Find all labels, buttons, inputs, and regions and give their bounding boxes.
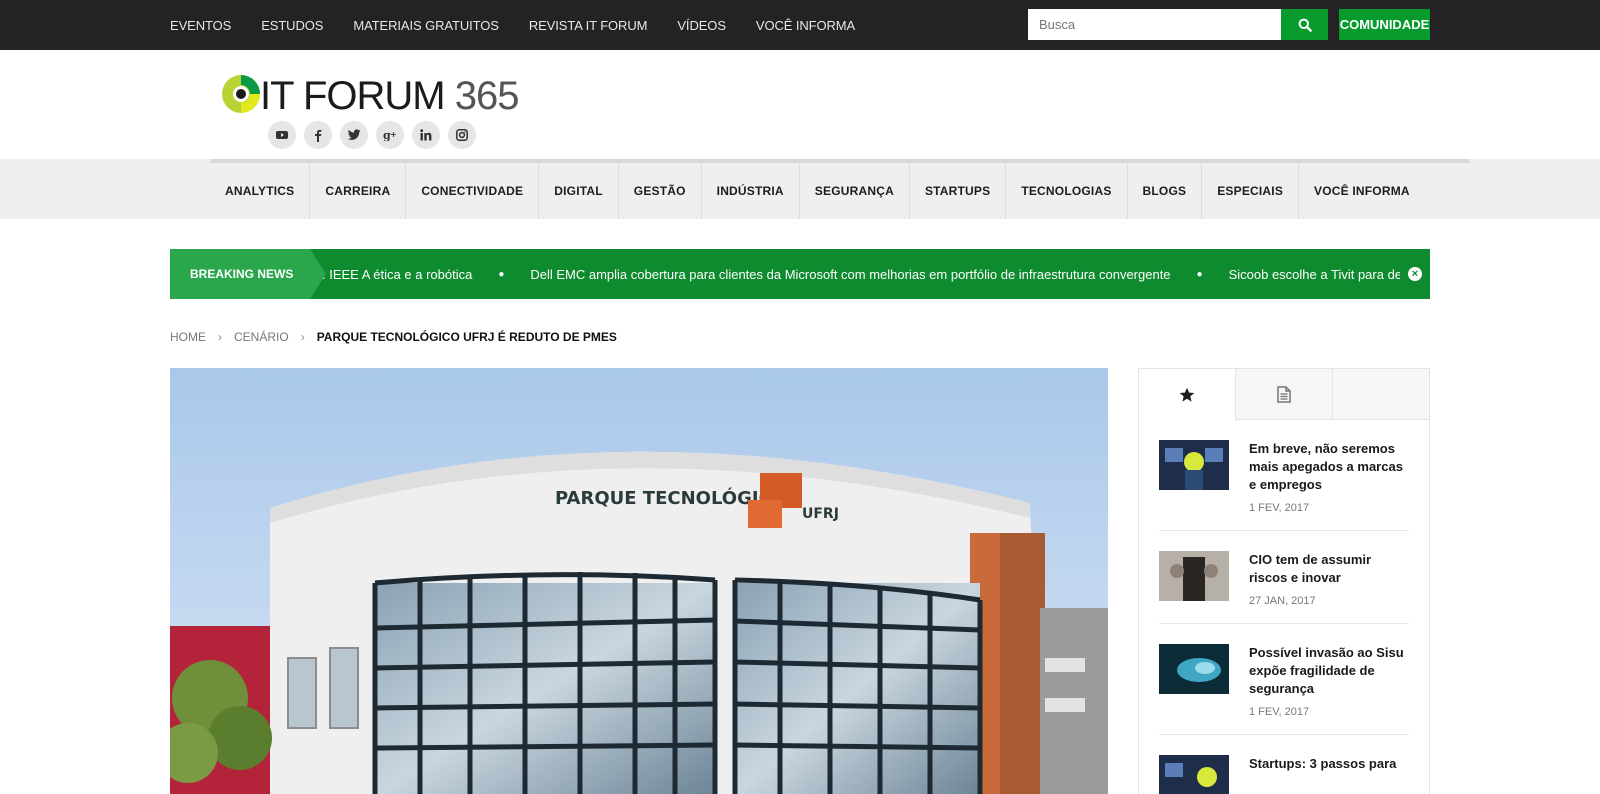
social-links: g + <box>268 121 484 149</box>
nav-item-conectividade[interactable]: CONECTIVIDADE <box>406 163 540 219</box>
svg-text:+: + <box>390 130 397 139</box>
post-thumbnail[interactable] <box>1159 644 1229 694</box>
sidebar-tabs <box>1139 369 1429 421</box>
post-thumbnail[interactable] <box>1159 440 1229 490</box>
post-date: 1 FEV, 2017 <box>1249 706 1310 718</box>
sidebar-post-list: Em breve, não seremos mais apegados a ma… <box>1139 420 1429 794</box>
building-illustration: PARQUE TECNOLÓGICO UFRJ <box>170 368 1108 794</box>
post-title[interactable]: Possível invasão ao Sisu expõe fragilida… <box>1249 644 1409 698</box>
ticker-separator: ● <box>498 268 505 280</box>
ticker-item[interactable]: Sicoob escolhe a Tivit para desenvolver <box>1229 267 1400 282</box>
ticker-separator: ● <box>1196 268 1203 280</box>
post-thumbnail[interactable] <box>1159 755 1229 794</box>
top-nav: EVENTOS ESTUDOS MATERIAIS GRATUITOS REVI… <box>170 0 885 50</box>
comunidade-button[interactable]: COMUNIDADE <box>1339 9 1430 40</box>
close-icon[interactable]: × <box>1408 267 1422 281</box>
breadcrumb-home[interactable]: HOME <box>170 330 206 344</box>
breaking-news-ticker: : IEEE A ética e a robótica ● Dell EMC a… <box>322 249 1400 299</box>
post-title[interactable]: CIO tem de assumir riscos e inovar <box>1249 551 1409 587</box>
nav-item-carreira[interactable]: CARREIRA <box>310 163 407 219</box>
breadcrumb: HOME › CENÁRIO › PARQUE TECNOLÓGICO UFRJ… <box>170 330 617 344</box>
top-bar: EVENTOS ESTUDOS MATERIAIS GRATUITOS REVI… <box>0 0 1600 50</box>
sidebar-widget: Em breve, não seremos mais apegados a ma… <box>1138 368 1430 794</box>
logo-text-main: IT FORUM <box>260 74 446 118</box>
nav-item-voce-informa[interactable]: VOCÊ INFORMA <box>1299 163 1425 219</box>
nav-item-especiais[interactable]: ESPECIAIS <box>1202 163 1300 219</box>
twitter-icon[interactable] <box>340 121 368 149</box>
nav-item-tecnologias[interactable]: TECNOLOGIAS <box>1006 163 1128 219</box>
breadcrumb-section[interactable]: CENÁRIO <box>234 330 289 344</box>
nav-item-gestao[interactable]: GESTÃO <box>619 163 702 219</box>
topnav-item-voce-informa[interactable]: VOCÊ INFORMA <box>756 18 855 33</box>
nav-item-industria[interactable]: INDÚSTRIA <box>702 163 800 219</box>
nav-item-blogs[interactable]: BLOGS <box>1128 163 1203 219</box>
instagram-icon[interactable] <box>448 121 476 149</box>
breaking-news-label: BREAKING NEWS <box>170 249 310 299</box>
search-button[interactable] <box>1281 9 1328 40</box>
logo-text-number: 365 <box>454 74 520 118</box>
topnav-item-revista-it-forum[interactable]: REVISTA IT FORUM <box>529 18 648 33</box>
breaking-news-arrow <box>310 249 326 299</box>
list-item[interactable]: Possível invasão ao Sisu expõe fragilida… <box>1159 624 1409 735</box>
post-title[interactable]: Startups: 3 passos para <box>1249 755 1396 773</box>
search-input[interactable] <box>1028 9 1281 40</box>
nav-item-seguranca[interactable]: SEGURANÇA <box>800 163 910 219</box>
building-sign-text-ufrj: UFRJ <box>802 506 839 522</box>
topnav-item-videos[interactable]: VÍDEOS <box>677 18 726 33</box>
search-icon <box>1298 18 1312 32</box>
tab-empty <box>1333 369 1429 420</box>
breadcrumb-current: PARQUE TECNOLÓGICO UFRJ É REDUTO DE PMES <box>316 330 617 344</box>
document-icon <box>1277 386 1291 403</box>
ticker-item[interactable]: : IEEE A ética e a robótica <box>322 267 472 282</box>
ticker-item[interactable]: Dell EMC amplia cobertura para clientes … <box>530 267 1170 282</box>
post-title[interactable]: Em breve, não seremos mais apegados a ma… <box>1249 440 1409 494</box>
post-date: 27 JAN, 2017 <box>1249 595 1316 607</box>
breaking-news-bar: BREAKING NEWS : IEEE A ética e a robótic… <box>170 249 1430 299</box>
star-icon <box>1179 387 1195 402</box>
article-hero-image: PARQUE TECNOLÓGICO UFRJ <box>170 368 1108 794</box>
nav-item-digital[interactable]: DIGITAL <box>539 163 619 219</box>
list-item[interactable]: CIO tem de assumir riscos e inovar 27 JA… <box>1159 531 1409 624</box>
tab-recent[interactable] <box>1236 369 1333 420</box>
logo-text: IT FORUM 365 <box>260 74 520 118</box>
list-item[interactable]: Startups: 3 passos para <box>1159 735 1409 794</box>
site-logo[interactable]: IT FORUM 365 <box>220 70 530 120</box>
google-plus-icon[interactable]: g + <box>376 121 404 149</box>
youtube-icon[interactable] <box>268 121 296 149</box>
main-nav: ANALYTICS CARREIRA CONECTIVIDADE DIGITAL… <box>210 163 1425 219</box>
nav-item-analytics[interactable]: ANALYTICS <box>210 163 311 219</box>
topnav-item-materiais-gratuitos[interactable]: MATERIAIS GRATUITOS <box>353 18 499 33</box>
nav-item-startups[interactable]: STARTUPS <box>910 163 1007 219</box>
chevron-right-icon: › <box>300 330 305 344</box>
list-item[interactable]: Em breve, não seremos mais apegados a ma… <box>1159 420 1409 531</box>
tab-popular[interactable] <box>1139 369 1236 421</box>
topnav-item-eventos[interactable]: EVENTOS <box>170 18 231 33</box>
post-thumbnail[interactable] <box>1159 551 1229 601</box>
topnav-item-estudos[interactable]: ESTUDOS <box>261 18 323 33</box>
chevron-right-icon: › <box>218 330 222 344</box>
facebook-icon[interactable] <box>304 121 332 149</box>
linkedin-icon[interactable] <box>412 121 440 149</box>
post-date: 1 FEV, 2017 <box>1249 502 1310 514</box>
